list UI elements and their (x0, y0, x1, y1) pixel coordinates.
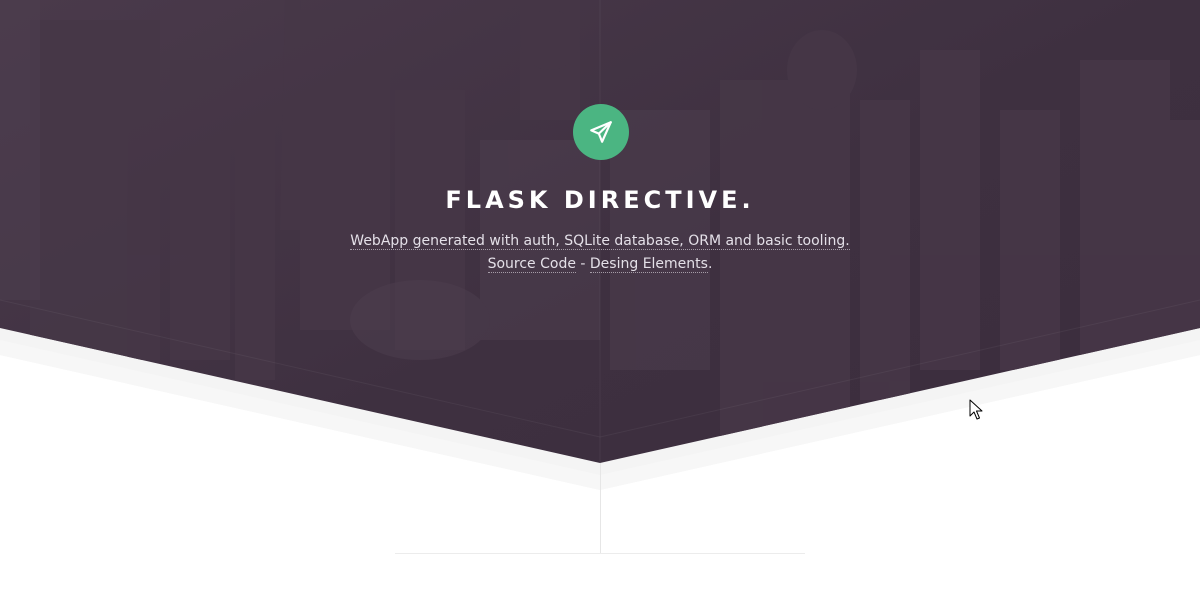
links-trailing: . (707, 256, 713, 272)
design-elements-link[interactable]: Desing Elements (589, 256, 708, 273)
hero-links: Source Code - Desing Elements. (0, 253, 1200, 276)
center-divider (600, 463, 601, 553)
footer-rule (395, 553, 805, 554)
link-separator: - (575, 256, 590, 272)
description-link[interactable]: WebApp generated with auth, SQLite datab… (350, 233, 850, 250)
paper-plane-icon (588, 119, 614, 145)
logo[interactable] (573, 104, 629, 160)
hero-description-block: WebApp generated with auth, SQLite datab… (0, 230, 1200, 276)
mouse-cursor-icon (969, 399, 983, 420)
hero-description: WebApp generated with auth, SQLite datab… (0, 230, 1200, 253)
page: FLASK DIRECTIVE. WebApp generated with a… (0, 0, 1200, 600)
source-code-link[interactable]: Source Code (487, 256, 576, 273)
page-title: FLASK DIRECTIVE. (445, 186, 755, 214)
